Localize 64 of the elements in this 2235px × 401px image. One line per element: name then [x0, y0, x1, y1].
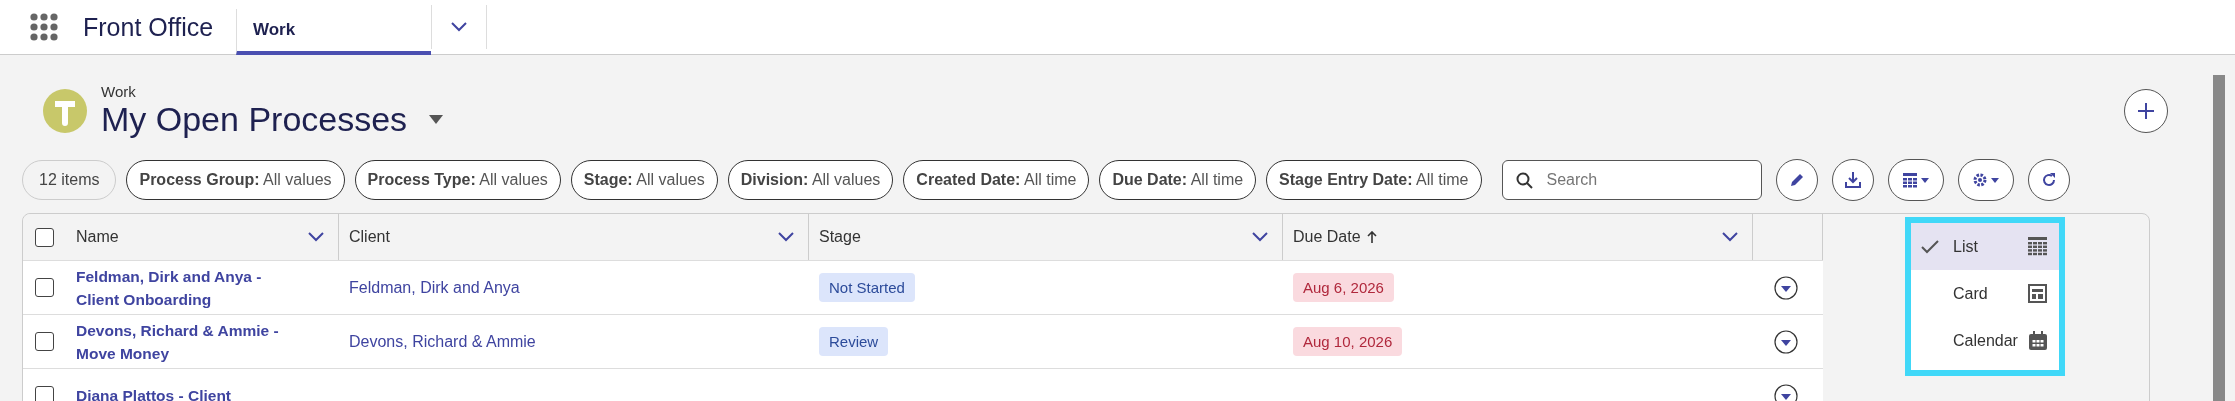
filter-pill[interactable]: Stage: All values	[570, 160, 718, 200]
add-button[interactable]	[2124, 89, 2168, 133]
column-header[interactable]: Client	[349, 228, 390, 246]
chevron-down-icon[interactable]	[1722, 232, 1738, 242]
app-launcher-icon[interactable]	[29, 12, 59, 42]
settings-button[interactable]	[1957, 159, 2014, 201]
process-link[interactable]: Feldman, Dirk and Anya - Client Onboarding	[76, 264, 281, 311]
filter-pill[interactable]: Created Date: All time	[903, 160, 1090, 200]
filter-pill[interactable]: Due Date: All time	[1099, 160, 1257, 200]
nav-tab[interactable]: Work	[236, 8, 431, 55]
scrollbar[interactable]	[2213, 75, 2225, 401]
chevron-down-icon	[451, 21, 467, 32]
table-icon	[1902, 172, 1918, 188]
view-menu-item[interactable]: Card	[1911, 270, 2059, 317]
view-menu-item[interactable]: Calendar	[1911, 317, 2059, 364]
caret-icon	[1921, 177, 1929, 183]
due-date-tag: Aug 10, 2026	[1293, 327, 1403, 356]
process-link[interactable]: Devons, Richard & Ammie - Move Money	[76, 318, 281, 365]
refresh-button[interactable]	[2027, 159, 2070, 201]
plus-icon	[2136, 101, 2156, 121]
select-all-checkbox[interactable]	[35, 227, 54, 247]
chevron-down-icon[interactable]	[1252, 232, 1268, 242]
sort-up-icon	[1366, 231, 1377, 243]
download-button[interactable]	[1831, 159, 1874, 201]
row-checkbox[interactable]	[35, 278, 54, 297]
filter-pill[interactable]: Process Type: All values	[354, 160, 561, 200]
view-switcher-button[interactable]	[1887, 159, 1944, 201]
card-view-icon	[2028, 284, 2047, 303]
chevron-down-icon[interactable]	[778, 232, 794, 242]
calendar-icon	[2029, 331, 2047, 350]
process-link[interactable]: Diana Plattos - Client	[76, 384, 232, 401]
column-header[interactable]: Stage	[819, 228, 861, 246]
row-checkbox[interactable]	[35, 386, 54, 401]
check-icon	[1921, 239, 1939, 254]
search-field[interactable]: Search	[1501, 160, 1762, 200]
view-menu-item[interactable]: List	[1911, 223, 2059, 270]
row-checkbox[interactable]	[35, 332, 54, 351]
settings-icon	[1972, 172, 1988, 188]
refresh-icon	[2040, 172, 2057, 188]
download-icon	[1843, 171, 1862, 189]
column-header[interactable]: Due Date	[1293, 228, 1361, 246]
client-link[interactable]: Devons, Richard & Ammie	[349, 332, 536, 351]
row-menu-icon[interactable]	[1774, 383, 1798, 401]
due-date-tag: Aug 6, 2026	[1293, 273, 1394, 302]
app-name: Front Office	[83, 12, 215, 42]
page-title: My Open Processes	[101, 100, 408, 139]
filter-pill[interactable]: Stage Entry Date: All time	[1266, 160, 1482, 200]
filter-pill[interactable]: Division: All values	[727, 160, 894, 200]
row-menu-icon[interactable]	[1774, 275, 1798, 300]
stage-tag: Review	[819, 327, 889, 356]
edit-button[interactable]	[1775, 159, 1818, 201]
pencil-icon	[1788, 172, 1805, 188]
caret-icon[interactable]	[429, 115, 444, 124]
filter-pill[interactable]: Process Group: All values	[126, 160, 345, 200]
search-icon	[1515, 172, 1533, 189]
column-header[interactable]: Name	[76, 228, 119, 246]
row-menu-icon[interactable]	[1774, 329, 1798, 354]
breadcrumb: Work	[101, 83, 137, 100]
list-view-icon	[2028, 237, 2047, 256]
hammer-icon	[43, 89, 87, 133]
stage-tag: Not Started	[819, 273, 915, 302]
client-link[interactable]: Feldman, Dirk and Anya	[349, 278, 520, 297]
caret-icon	[1991, 177, 1999, 183]
chevron-down-icon[interactable]	[308, 232, 324, 242]
